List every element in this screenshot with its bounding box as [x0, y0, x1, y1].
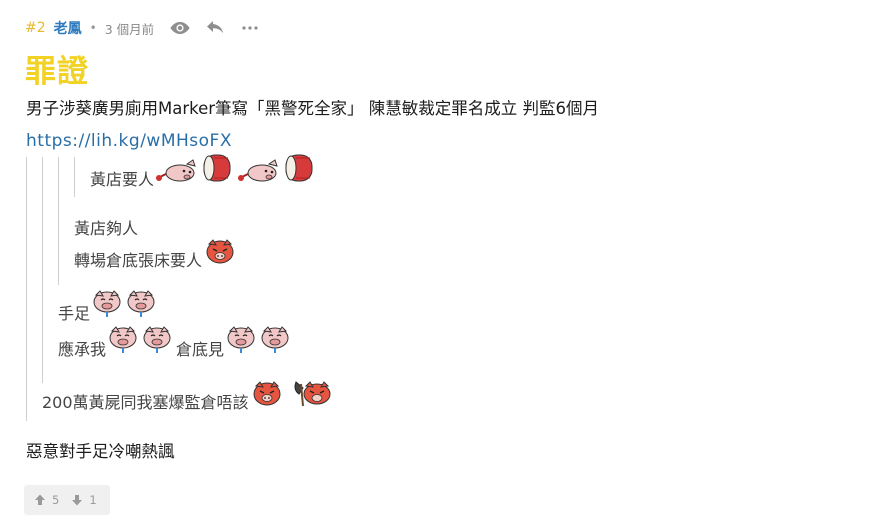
quote-text: 轉場倉底張床要人: [74, 251, 203, 270]
post-card: #2 老鳳 • 3 個月前 罪證 男子涉葵廣男廁用Marker筆寫「黑警死全家」…: [0, 0, 896, 532]
post-time: 3 個月前: [104, 21, 155, 37]
post-number[interactable]: #2: [25, 20, 46, 36]
more-icon[interactable]: [240, 18, 260, 38]
thumb-down-icon: [72, 495, 83, 506]
quote-level3-line: 黃店要人: [90, 154, 318, 192]
thumb-up-icon: [35, 494, 45, 505]
quote-bar-level1: [42, 157, 43, 383]
quote-text: 手足: [58, 304, 91, 323]
quote-level0-line: 200萬黃屍同我塞爆監倉唔該: [42, 380, 333, 415]
pig-drum-emoji: [156, 151, 236, 192]
upvote-count: 5: [52, 493, 60, 507]
pig-drum-emoji: [238, 151, 318, 192]
downvote-count: 1: [89, 493, 97, 507]
post-closing-text: 惡意對手足冷嘲熱諷: [26, 442, 175, 461]
angry-pig-emoji: [251, 380, 285, 415]
quote-level2-line: 黃店夠人: [74, 217, 138, 241]
eye-icon[interactable]: [170, 18, 190, 38]
axe-pig-emoji: [293, 378, 333, 415]
quote-bar-level0: [26, 157, 27, 421]
upvote-button[interactable]: 5: [34, 493, 59, 507]
quote-text: 倉底見: [176, 340, 225, 359]
crying-pig-emoji: [108, 325, 174, 362]
username[interactable]: 老鳳: [54, 18, 82, 38]
quote-text: 黃店要人: [90, 170, 155, 189]
quote-level1-line: 應承我 倉底見: [58, 325, 292, 362]
quote-bar-level3: [74, 157, 75, 197]
reply-icon[interactable]: [205, 18, 225, 38]
downvote-button[interactable]: 1: [71, 493, 97, 507]
post-body-text: 男子涉葵廣男廁用Marker筆寫「黑警死全家」 陳慧敏裁定罪名成立 判監6個月: [26, 99, 600, 118]
quote-text: 應承我: [58, 340, 107, 359]
angry-pig-emoji: [204, 238, 236, 273]
separator-dot: •: [89, 21, 97, 35]
post-link[interactable]: https://lih.kg/wMHsoFX: [26, 129, 232, 153]
quote-level2-line: 轉場倉底張床要人: [74, 239, 236, 273]
vote-bar: 5 1: [24, 485, 110, 515]
quote-text: 黃店夠人: [74, 219, 139, 238]
quote-text: 200萬黃屍同我塞爆監倉唔該: [42, 393, 249, 412]
crying-pig-emoji: [92, 289, 158, 326]
post-meta: #2 老鳳 • 3 個月前: [25, 16, 260, 40]
quote-bar-level2: [58, 157, 59, 285]
post-title: 罪證: [25, 54, 89, 90]
crying-pig-emoji: [226, 325, 292, 362]
quote-level1-line: 手足: [58, 289, 158, 326]
